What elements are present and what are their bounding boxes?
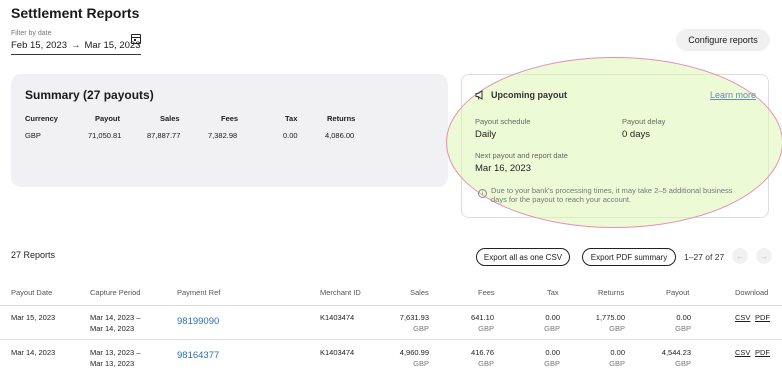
summary-header-sales: Sales: [160, 114, 180, 123]
filter-label: Filter by date: [11, 30, 52, 37]
previous-page-button[interactable]: ←: [732, 248, 748, 264]
row-payout-date: Mar 14, 2023: [11, 348, 56, 357]
row-payout: 0.00: [676, 313, 691, 322]
next-payout-label: Next payout and report date: [475, 151, 568, 160]
row-tax: 0.00: [545, 348, 560, 357]
next-payout-value: Mar 16, 2023: [475, 163, 531, 174]
header-divider: [0, 305, 782, 306]
row-capture-start: Mar 14, 2023 –: [90, 313, 141, 322]
next-page-button[interactable]: →: [756, 248, 772, 264]
row-returns-currency: GBP: [609, 359, 625, 368]
row-merchant-id: K1403474: [320, 348, 355, 357]
row-divider: [0, 339, 782, 340]
date-range-field[interactable]: Feb 15, 2023 → Mar 15, 2023: [11, 40, 141, 55]
col-payment-ref[interactable]: Payment Ref: [177, 288, 220, 297]
summary-returns: 4,086.00: [325, 131, 355, 140]
download-pdf-link[interactable]: PDF: [755, 313, 770, 322]
col-fees[interactable]: Fees: [478, 288, 495, 297]
col-tax[interactable]: Tax: [547, 288, 559, 297]
row-fees-currency: GBP: [478, 324, 494, 333]
payment-ref-link[interactable]: 98199090: [177, 316, 219, 327]
summary-title: Summary (27 payouts): [25, 88, 154, 102]
row-returns-currency: GBP: [609, 324, 625, 333]
summary-header-fees: Fees: [221, 114, 239, 123]
row-returns: 1,775.00: [595, 313, 625, 322]
row-fees: 641.10: [471, 313, 494, 322]
export-csv-button[interactable]: Export all as one CSV: [476, 248, 570, 266]
row-capture-start: Mar 13, 2023 –: [90, 348, 141, 357]
summary-header-payout: Payout: [95, 114, 121, 123]
summary-header-tax: Tax: [285, 114, 298, 123]
summary-header-returns: Returns: [327, 114, 356, 123]
date-filter[interactable]: Filter by date Feb 15, 2023 → Mar 15, 20…: [11, 30, 141, 55]
summary-tax: 0.00: [283, 131, 298, 140]
payout-schedule-value: Daily: [475, 129, 497, 140]
col-payout-date[interactable]: Payout Date: [11, 288, 52, 297]
payout-schedule-label: Payout schedule: [475, 117, 531, 126]
col-returns[interactable]: Returns: [598, 288, 624, 297]
row-fees: 416.76: [471, 348, 494, 357]
summary-sales: 87,887.77: [147, 131, 181, 140]
start-date[interactable]: Feb 15, 2023: [11, 40, 67, 51]
megaphone-icon: [475, 90, 483, 100]
payout-note: Due to your bank's processing times, it …: [491, 186, 733, 205]
summary-payout: 71,050.81: [88, 131, 122, 140]
row-tax-currency: GBP: [544, 324, 560, 333]
payment-ref-link[interactable]: 98164377: [177, 350, 219, 361]
configure-reports-button[interactable]: Configure reports: [676, 29, 770, 51]
summary-card: Summary (27 payouts) Currency Payout Sal…: [11, 74, 448, 187]
row-fees-currency: GBP: [478, 359, 494, 368]
upcoming-payout-content: Upcoming payout Learn more Payout schedu…: [461, 74, 769, 218]
download-csv-link[interactable]: CSV: [735, 348, 750, 357]
col-payout[interactable]: Payout: [666, 288, 689, 297]
summary-header-currency: Currency: [25, 114, 58, 123]
row-sales: 7,631.93: [399, 313, 429, 322]
download-pdf-link[interactable]: PDF: [755, 348, 770, 357]
upcoming-payout-title: Upcoming payout: [491, 90, 567, 100]
row-payout-currency: GBP: [675, 324, 691, 333]
download-csv-link[interactable]: CSV: [735, 313, 750, 322]
reports-count: 27 Reports: [11, 250, 56, 260]
row-payout-currency: GBP: [675, 359, 691, 368]
col-sales[interactable]: Sales: [410, 288, 429, 297]
learn-more-link[interactable]: Learn more: [710, 90, 756, 100]
summary-fees: 7,382.98: [208, 131, 238, 140]
row-capture-end: Mar 13, 2023: [90, 359, 135, 368]
row-sales: 4,960.99: [399, 348, 429, 357]
col-merchant-id[interactable]: Merchant ID: [320, 288, 361, 297]
payout-delay-label: Payout delay: [622, 117, 666, 126]
row-sales-currency: GBP: [413, 324, 429, 333]
col-capture-period[interactable]: Capture Period: [90, 288, 140, 297]
pagination-label: 1–27 of 27: [684, 252, 725, 262]
row-tax-currency: GBP: [544, 359, 560, 368]
page-title: Settlement Reports: [11, 5, 140, 21]
clock-icon: i: [478, 189, 487, 198]
row-sales-currency: GBP: [413, 359, 429, 368]
row-payout-date: Mar 15, 2023: [11, 313, 56, 322]
row-returns: 0.00: [610, 348, 625, 357]
col-download: Download: [735, 288, 769, 297]
summary-currency: GBP: [25, 131, 41, 140]
row-merchant-id: K1403474: [320, 313, 355, 322]
payout-delay-value: 0 days: [622, 129, 650, 140]
calendar-icon[interactable]: [131, 34, 141, 44]
range-arrow: →: [71, 40, 81, 51]
row-capture-end: Mar 14, 2023: [90, 324, 135, 333]
export-pdf-button[interactable]: Export PDF summary: [582, 248, 676, 266]
row-tax: 0.00: [545, 313, 560, 322]
row-payout: 4,544.23: [661, 348, 691, 357]
